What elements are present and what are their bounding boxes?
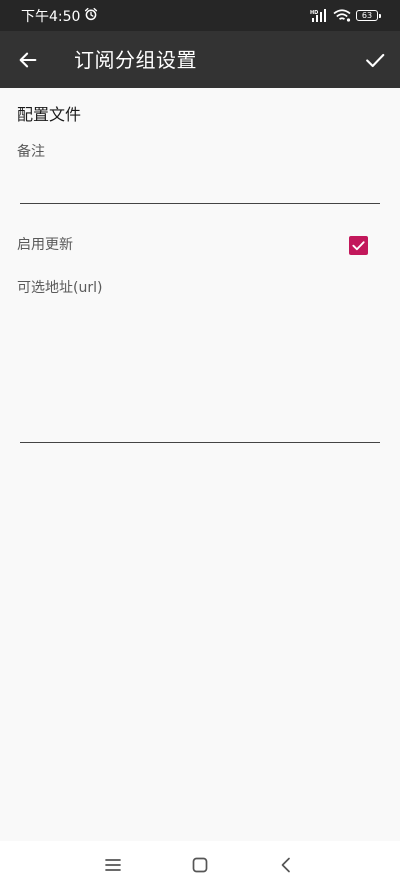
status-bar: 下午4:50 HD 63 (0, 0, 400, 31)
menu-icon (105, 859, 121, 871)
remark-input[interactable] (20, 168, 380, 204)
nav-home-button[interactable] (188, 853, 212, 877)
check-icon (366, 53, 385, 68)
page-title: 订阅分组设置 (74, 48, 197, 72)
alarm-icon (84, 7, 98, 25)
battery-icon: 63 (356, 10, 381, 21)
url-label: 可选地址(url) (17, 280, 103, 296)
hd-signal-icon: HD (310, 9, 328, 22)
home-icon (192, 857, 208, 873)
url-input[interactable] (20, 304, 380, 443)
app-bar: 订阅分组设置 (0, 31, 400, 88)
section-title: 配置文件 (17, 105, 82, 124)
battery-level: 63 (361, 10, 373, 20)
checkmark-icon (352, 241, 365, 251)
navigation-bar (0, 841, 400, 889)
nav-back-button[interactable] (274, 853, 298, 877)
remark-label: 备注 (17, 144, 45, 160)
status-left: 下午4:50 (21, 6, 98, 26)
back-icon (281, 857, 290, 873)
enable-update-label: 启用更新 (17, 237, 73, 253)
nav-menu-button[interactable] (101, 853, 125, 877)
enable-update-checkbox[interactable] (349, 236, 368, 255)
back-arrow-icon (19, 52, 37, 68)
status-time: 下午4:50 (21, 8, 81, 25)
wifi-icon (333, 9, 351, 22)
confirm-button[interactable] (362, 47, 388, 73)
back-button[interactable] (15, 47, 41, 73)
status-right: HD 63 (310, 9, 381, 22)
